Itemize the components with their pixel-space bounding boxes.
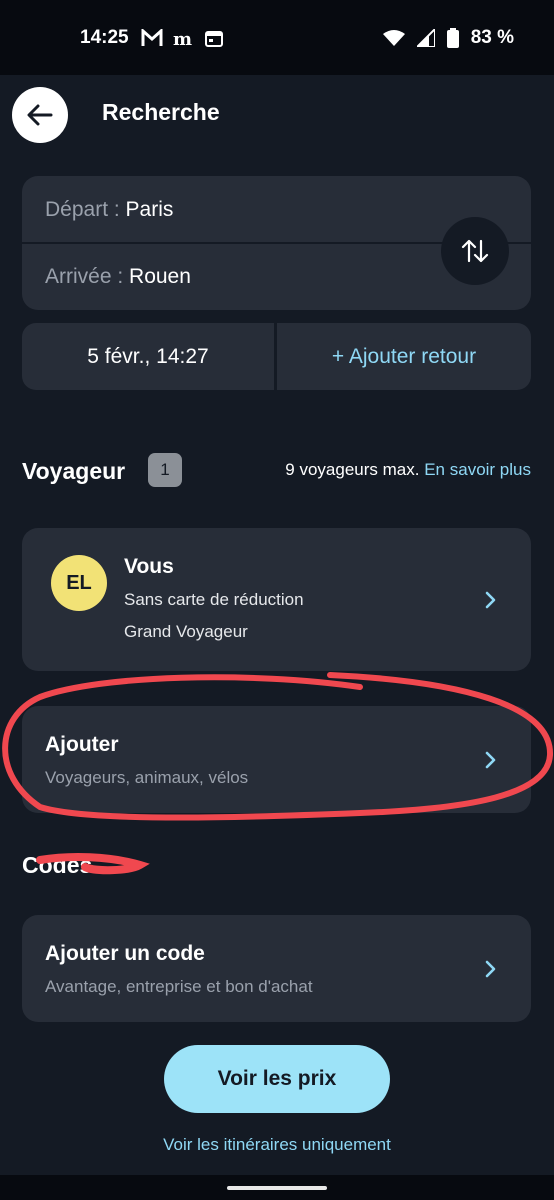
see-prices-button[interactable]: Voir les prix (164, 1045, 390, 1113)
page-title: Recherche (102, 99, 220, 125)
swap-vertical-icon (461, 239, 489, 263)
outbound-date: 5 févr., 14:27 (87, 344, 209, 368)
arrow-left-icon (27, 104, 53, 126)
status-bar: 14:25 m 83 % (0, 0, 554, 75)
learn-more-link[interactable]: En savoir plus (424, 460, 531, 479)
notification-icons: m (141, 28, 223, 47)
home-indicator[interactable] (227, 1186, 327, 1190)
departure-label: Départ : (45, 198, 120, 221)
codes-title: Codes (22, 852, 93, 878)
passenger-profile: Grand Voyageur (124, 622, 248, 641)
status-right: 83 % (382, 26, 514, 49)
add-code-subtitle: Avantage, entreprise et bon d'achat (45, 977, 313, 996)
itineraries-only-link[interactable]: Voir les itinéraires uniquement (0, 1135, 554, 1155)
swap-button[interactable] (441, 217, 509, 285)
chevron-right-icon (485, 591, 496, 609)
departure-field[interactable]: Départ : Paris (45, 198, 173, 222)
news-icon: m (173, 29, 192, 47)
add-travelers-subtitle: Voyageurs, animaux, vélos (45, 768, 249, 787)
back-button[interactable] (12, 87, 68, 143)
battery-level: 83 % (470, 26, 514, 48)
avatar: EL (51, 555, 107, 611)
add-return-button[interactable]: + Ajouter retour (277, 323, 531, 390)
travelers-title: Voyageur (22, 458, 126, 484)
main-content: Recherche Départ : Paris Arrivée : Rouen… (0, 75, 554, 1175)
traveler-count-badge: 1 (148, 453, 182, 487)
add-travelers-card[interactable]: Ajouter Voyageurs, animaux, vélos (22, 706, 531, 813)
arrival-field[interactable]: Arrivée : Rouen (45, 265, 191, 289)
arrival-label: Arrivée : (45, 265, 124, 288)
status-left: 14:25 m (80, 27, 223, 49)
travelers-max-text: 9 voyageurs max. (285, 460, 420, 479)
passenger-name: Vous (124, 555, 174, 578)
battery-icon (446, 27, 459, 48)
date-card: 5 févr., 14:27 + Ajouter retour (22, 323, 531, 390)
arrival-value: Rouen (129, 265, 191, 288)
gmail-icon (141, 28, 163, 46)
departure-value: Paris (125, 198, 174, 221)
passenger-discount: Sans carte de réduction (124, 590, 304, 609)
passenger-card[interactable]: EL Vous Sans carte de réduction Grand Vo… (22, 528, 531, 671)
add-travelers-title: Ajouter (45, 733, 119, 756)
signal-icon (416, 28, 435, 47)
status-time: 14:25 (80, 26, 129, 48)
svg-text:m: m (173, 29, 192, 47)
calendar-icon (204, 30, 223, 47)
chevron-right-icon (485, 751, 496, 769)
chevron-right-icon (485, 960, 496, 978)
travelers-max-info: 9 voyageurs max. En savoir plus (285, 460, 531, 480)
add-return-label: + Ajouter retour (331, 344, 477, 368)
add-code-title: Ajouter un code (45, 942, 205, 965)
add-code-card[interactable]: Ajouter un code Avantage, entreprise et … (22, 915, 531, 1022)
outbound-date-button[interactable]: 5 févr., 14:27 (22, 323, 274, 390)
navigation-bar (0, 1175, 554, 1200)
wifi-icon (382, 29, 405, 46)
